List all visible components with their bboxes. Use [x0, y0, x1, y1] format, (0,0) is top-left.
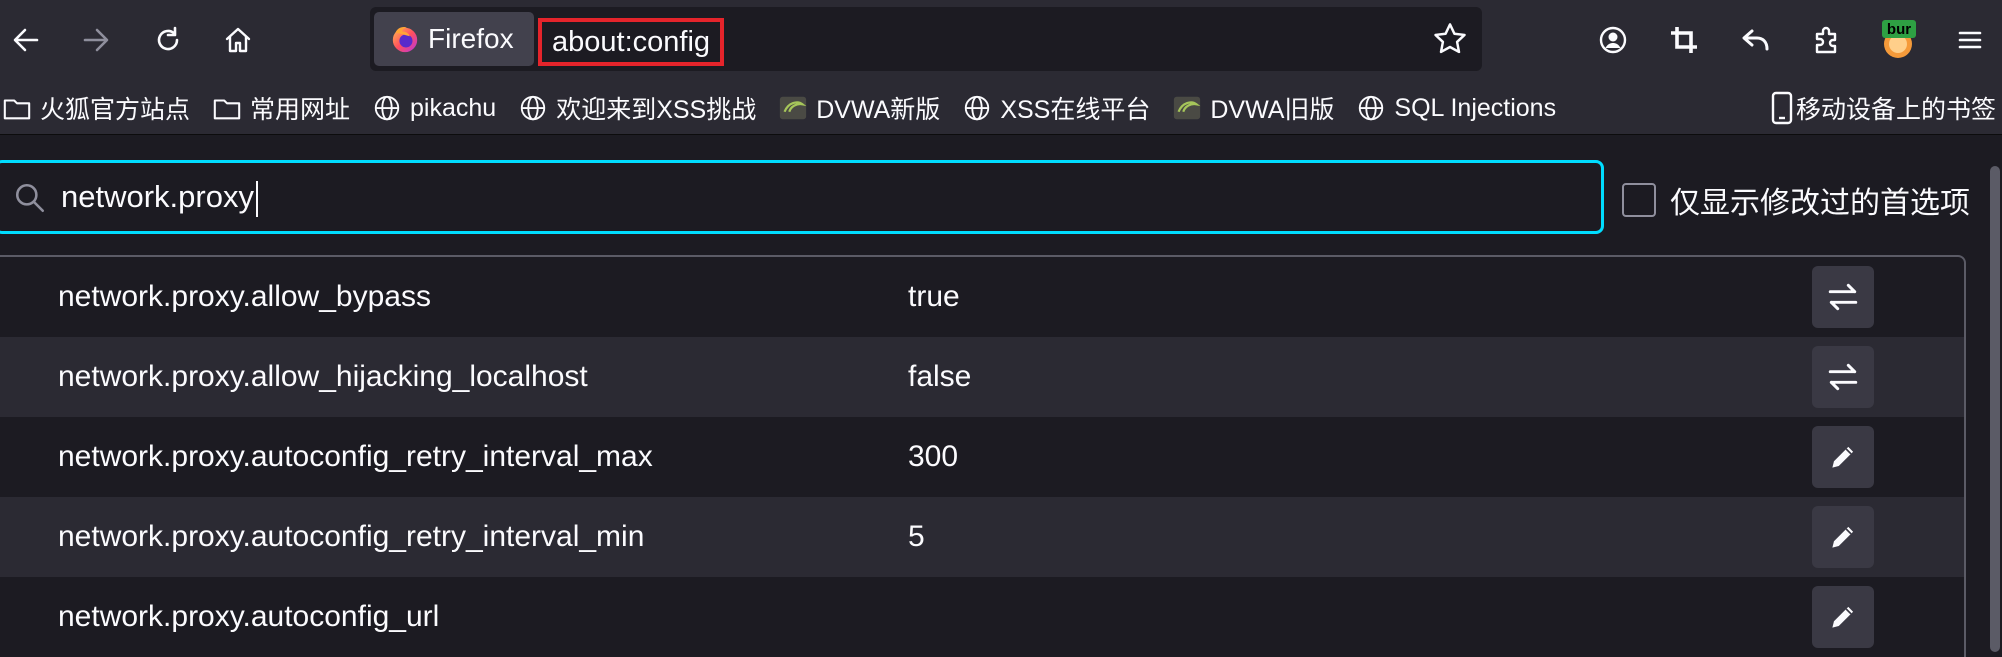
pref-row: network.proxy.allow_hijacking_localhost … — [0, 337, 1964, 417]
bookmark-label: SQL Injections — [1394, 93, 1557, 122]
pref-edit-button[interactable] — [1812, 586, 1874, 648]
forward-button[interactable] — [70, 14, 122, 66]
undo-button[interactable] — [1730, 14, 1782, 66]
pref-row: network.proxy.allow_bypass true — [0, 257, 1964, 337]
pref-name: network.proxy.allow_hijacking_localhost — [58, 360, 588, 393]
extensions-button[interactable] — [1800, 14, 1852, 66]
home-icon — [225, 27, 251, 53]
pref-value: true — [908, 280, 960, 313]
dvwa-favicon — [1174, 96, 1201, 120]
pref-edit-button[interactable] — [1812, 426, 1874, 488]
pref-name: network.proxy.allow_bypass — [58, 280, 431, 313]
mobile-bookmarks-folder[interactable]: 移动设备上的书签 — [1770, 90, 1996, 126]
reload-icon — [157, 26, 179, 51]
puzzle-icon — [1815, 26, 1837, 54]
bookmark-item[interactable]: XSS在线平台 — [962, 90, 1150, 126]
mobile-device-icon — [1771, 91, 1793, 125]
pref-value: 300 — [908, 440, 959, 473]
pref-toggle-button[interactable] — [1812, 346, 1874, 408]
account-button[interactable] — [1587, 14, 1639, 66]
bookmark-label: XSS在线平台 — [1000, 96, 1151, 124]
bookmark-item[interactable]: DVWA新版 — [778, 90, 940, 126]
pencil-icon — [1832, 446, 1854, 468]
burp-extension-button[interactable]: bur — [1872, 14, 1924, 66]
bookmark-label: 火狐官方站点 — [40, 96, 191, 124]
identity-box[interactable]: Firefox — [374, 12, 534, 66]
page-scrollbar[interactable] — [1988, 166, 2002, 652]
bookmark-label: DVWA旧版 — [1210, 96, 1335, 124]
bookmark-label: 欢迎来到XSS挑战 — [556, 96, 757, 124]
show-modified-only-toggle[interactable]: 仅显示修改过的首选项 — [1622, 178, 1970, 222]
pencil-icon — [1832, 526, 1854, 548]
identity-label: Firefox — [428, 23, 514, 54]
back-arrow-icon — [13, 28, 39, 52]
show-modified-only-checkbox[interactable] — [1622, 183, 1656, 217]
firefox-logo-icon — [392, 27, 418, 53]
account-icon — [1599, 26, 1627, 54]
dvwa-favicon — [780, 96, 807, 120]
mobile-bookmarks-label: 移动设备上的书签 — [1795, 96, 1996, 124]
pref-name: network.proxy.autoconfig_url — [58, 600, 440, 633]
globe-icon — [521, 95, 546, 121]
url-text[interactable]: about:config — [538, 18, 725, 66]
pref-row: network.proxy.autoconfig_retry_interval_… — [0, 497, 1964, 577]
back-button[interactable] — [0, 14, 52, 66]
pref-row: network.proxy.autoconfig_retry_interval_… — [0, 417, 1964, 497]
home-button[interactable] — [212, 14, 264, 66]
pencil-icon — [1832, 606, 1854, 628]
crop-icon — [1671, 27, 1697, 53]
pref-value: false — [908, 360, 972, 393]
config-search-box[interactable]: network.proxy — [0, 160, 1604, 234]
undo-arrow-icon — [1742, 29, 1769, 51]
burp-badge: bur — [1887, 21, 1911, 38]
bookmark-label: pikachu — [410, 93, 497, 122]
search-icon — [15, 183, 45, 213]
bookmark-item[interactable]: DVWA旧版 — [1172, 90, 1334, 126]
toggle-icon — [1828, 283, 1858, 311]
bookmark-item[interactable]: 常用网址 — [212, 90, 350, 126]
url-bar[interactable]: Firefox about:config — [370, 7, 1482, 71]
bookmark-label: DVWA新版 — [816, 96, 941, 124]
bookmark-item[interactable]: SQL Injections — [1356, 93, 1556, 123]
globe-icon — [965, 95, 990, 121]
folder-icon — [213, 99, 241, 120]
bookmark-label: 常用网址 — [250, 96, 351, 124]
pref-value: 5 — [908, 520, 925, 553]
pref-toggle-button[interactable] — [1812, 266, 1874, 328]
pref-name: network.proxy.autoconfig_retry_interval_… — [58, 440, 653, 473]
reload-button[interactable] — [142, 14, 194, 66]
burp-extension-icon: bur — [1882, 20, 1916, 58]
menu-button[interactable] — [1944, 14, 1996, 66]
screenshot-button[interactable] — [1658, 14, 1710, 66]
folder-icon — [3, 99, 31, 120]
pref-edit-button[interactable] — [1812, 506, 1874, 568]
navigation-toolbar: Firefox about:config bur — [0, 0, 2002, 82]
bookmark-item[interactable]: 欢迎来到XSS挑战 — [518, 90, 756, 126]
bookmark-item[interactable]: 火狐官方站点 — [2, 90, 190, 126]
show-modified-only-label: 仅显示修改过的首选项 — [1670, 187, 1970, 220]
bookmarks-toolbar: 火狐官方站点 常用网址 pikachu 欢迎来到XSS挑战 DVWA新版 XSS… — [0, 82, 2002, 135]
bookmark-item[interactable]: pikachu — [372, 93, 496, 123]
globe-icon — [1359, 95, 1384, 121]
hamburger-menu-icon — [1958, 31, 1982, 49]
scrollbar-thumb[interactable] — [1990, 166, 2000, 652]
pref-name: network.proxy.autoconfig_retry_interval_… — [58, 520, 645, 553]
globe-icon — [374, 95, 400, 121]
toggle-icon — [1828, 363, 1858, 391]
pref-row: network.proxy.autoconfig_url — [0, 577, 1964, 657]
config-search-row: network.proxy 仅显示修改过的首选项 — [0, 158, 1990, 234]
star-icon[interactable] — [1432, 21, 1468, 57]
search-input[interactable]: network.proxy — [61, 163, 258, 231]
forward-arrow-icon — [83, 28, 109, 52]
preferences-table: network.proxy.allow_bypass true network.… — [0, 255, 1966, 657]
